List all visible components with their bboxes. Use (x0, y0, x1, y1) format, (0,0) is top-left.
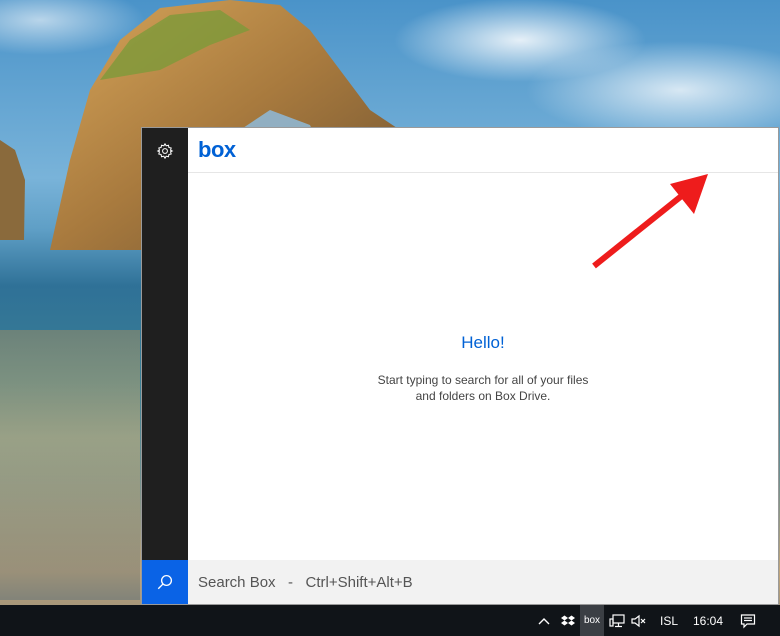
app-header: box (188, 128, 778, 173)
network-icon (609, 613, 625, 627)
description-line-1: Start typing to search for all of your f… (377, 373, 589, 387)
show-hidden-icons-button[interactable] (534, 605, 554, 636)
volume-muted-icon (631, 614, 646, 627)
notification-icon (740, 613, 756, 628)
clock-time: 16:04 (692, 613, 724, 628)
dropbox-tray-button[interactable] (557, 605, 579, 636)
input-language-button[interactable]: ISL (655, 605, 683, 636)
box-tray-label: box (583, 615, 601, 626)
taskbar: box ISL 16:04 (0, 605, 780, 636)
search-button[interactable] (142, 560, 188, 604)
greeting-text: Hello! (461, 333, 505, 352)
main-content: Hello! Start typing to search for all of… (188, 173, 778, 560)
settings-button[interactable] (155, 141, 175, 161)
water-reflection (0, 330, 140, 600)
language-indicator: ISL (659, 613, 678, 628)
action-center-button[interactable] (736, 605, 760, 636)
network-tray-button[interactable] (606, 605, 628, 636)
box-logo: box (198, 137, 236, 162)
description-line-2: and folders on Box Drive. (415, 389, 551, 403)
search-icon (157, 574, 173, 590)
description-text: Start typing to search for all of your f… (188, 372, 778, 404)
volume-tray-button[interactable] (628, 605, 650, 636)
rock-left-image (0, 140, 25, 240)
box-tray-button[interactable]: box (580, 605, 604, 636)
search-input[interactable] (198, 560, 768, 604)
gear-icon (156, 142, 174, 160)
dropbox-icon (561, 615, 575, 625)
chevron-up-icon (538, 617, 550, 624)
sidebar (142, 128, 188, 560)
box-search-window: box Hello! Start typing to search for al… (141, 127, 779, 605)
clock-button[interactable]: 16:04 (688, 605, 728, 636)
search-bar (142, 560, 778, 604)
